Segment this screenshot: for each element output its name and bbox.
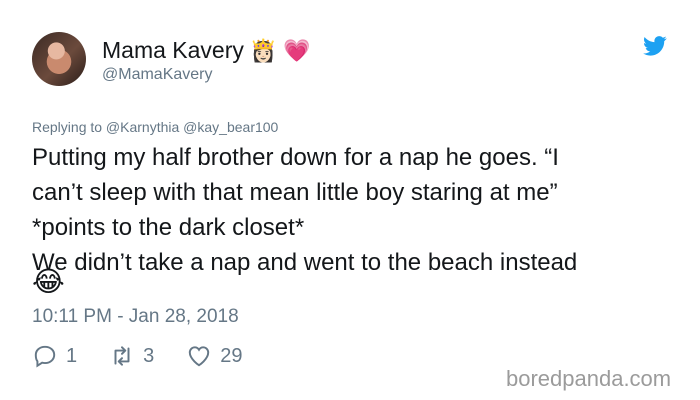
like-count: 29: [220, 344, 243, 367]
action-bar: 1 3 29: [32, 343, 275, 369]
heart-emoji-icon: 💗: [283, 37, 311, 63]
tweet-line: Putting my half brother down for a nap h…: [32, 144, 559, 171]
reply-icon: [34, 345, 56, 368]
timestamp[interactable]: 10:11 PM - Jan 28, 2018: [32, 306, 239, 328]
tweet-card: Mama Kavery 👸🏻 💗 @MamaKavery Replying to…: [0, 0, 700, 400]
user-handle[interactable]: @MamaKavery: [102, 66, 213, 84]
twitter-bird-icon[interactable]: [643, 36, 667, 56]
retweet-count: 3: [143, 344, 155, 367]
boredpanda-watermark: boredpanda.com: [506, 366, 672, 391]
princess-emoji-icon: 👸🏻: [249, 37, 278, 63]
tweet-line: We didn’t take a nap and went to the bea…: [32, 249, 578, 276]
display-name[interactable]: Mama Kavery 👸🏻 💗: [102, 37, 311, 64]
display-name-text: Mama Kavery: [102, 37, 244, 63]
like-button[interactable]: 29: [186, 343, 243, 369]
reply-button[interactable]: 1: [32, 343, 77, 369]
tweet-text: Putting my half brother down for a nap h…: [32, 140, 682, 280]
reply-context[interactable]: Replying to @Karnythia @kay_bear100: [32, 119, 278, 135]
tears-of-joy-emoji-icon: 😂: [32, 266, 65, 297]
tweet-line: *points to the dark closet*: [32, 214, 305, 241]
heart-icon: [189, 346, 210, 367]
retweet-button[interactable]: 3: [109, 343, 154, 369]
avatar[interactable]: [32, 32, 86, 86]
tweet-line: can’t sleep with that mean little boy st…: [32, 179, 558, 206]
retweet-icon: [114, 346, 130, 366]
reply-count: 1: [66, 344, 78, 367]
